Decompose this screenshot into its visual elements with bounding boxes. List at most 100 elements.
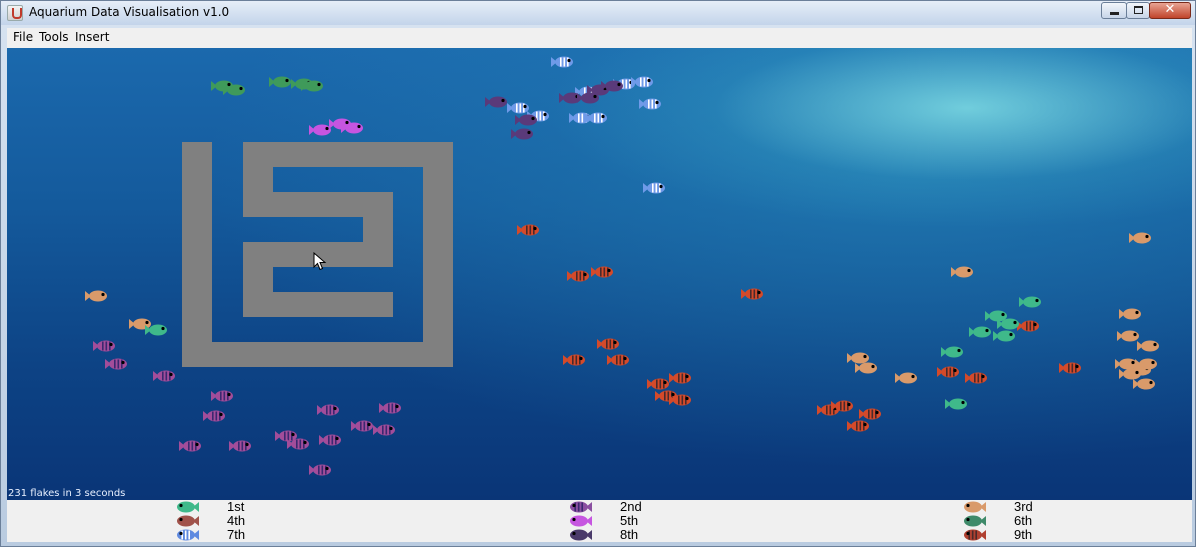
legend-rank-label: 9th: [1014, 527, 1033, 542]
green-fish-icon: [941, 346, 963, 358]
green-fish-icon: [945, 398, 967, 410]
legend-rank-label: 7th: [227, 527, 246, 542]
minimize-button[interactable]: [1101, 2, 1127, 19]
dark-green-fish-icon: [964, 515, 986, 527]
tan-fish-icon: [855, 362, 877, 374]
legend-entry-9th: 9th: [964, 527, 1084, 542]
blue-striped-fish-icon: [639, 98, 661, 110]
green-fish-icon: [985, 310, 1007, 322]
legend-entry-8th: 8th: [570, 527, 690, 542]
tan-fish-icon-shape: [964, 501, 986, 513]
red-striped-fish-icon: [965, 372, 987, 384]
red-striped-fish-icon: [607, 354, 629, 366]
dark-purple-fish-icon: [511, 128, 533, 140]
legend-rank-label: 8th: [620, 527, 639, 542]
legend-entry-6th: 6th: [964, 513, 1084, 528]
purple-striped-fish-icon: [351, 420, 373, 432]
close-button[interactable]: ✕: [1149, 2, 1191, 19]
menu-insert[interactable]: Insert: [75, 30, 109, 44]
blue-striped-fish-icon: [643, 182, 665, 194]
tan-fish-icon: [1129, 232, 1151, 244]
legend-entry-5th: 5th: [570, 513, 690, 528]
tan-fish-icon: [85, 290, 107, 302]
legend-entry-4th: 4th: [177, 513, 297, 528]
blue-striped-fish-icon: [551, 56, 573, 68]
legend-rank-label: 6th: [1014, 513, 1033, 528]
red-striped-fish-icon: [847, 420, 869, 432]
purple-striped-fish-icon: [570, 501, 592, 513]
legend-entry-2nd: 2nd: [570, 499, 690, 514]
brown-fish-icon-shape: [177, 515, 199, 527]
red-striped-fish-icon: [741, 288, 763, 300]
maximize-button[interactable]: [1126, 2, 1150, 19]
purple-striped-fish-icon: [319, 434, 341, 446]
red-striped-fish-icon: [859, 408, 881, 420]
tan-fish-icon: [847, 352, 869, 364]
magenta-fish-icon-shape: [570, 515, 592, 527]
tan-fish-icon: [1115, 358, 1137, 370]
purple-striped-fish-icon: [179, 440, 201, 452]
red-striped-fish-icon: [597, 338, 619, 350]
mouse-cursor-icon: [313, 252, 327, 271]
tan-fish-icon: [1137, 340, 1159, 352]
red-striped-fish-icon-shape: [964, 529, 986, 541]
minimize-icon: [1110, 12, 1119, 15]
tan-fish-icon: [1119, 308, 1141, 320]
green-fish-icon: [969, 326, 991, 338]
green-fish-icon-shape: [177, 501, 199, 513]
close-icon: ✕: [1164, 2, 1176, 17]
legend-rank-label: 1st: [227, 499, 245, 514]
legend-rank-label: 5th: [620, 513, 639, 528]
red-striped-fish-icon: [1059, 362, 1081, 374]
java-app-icon[interactable]: [7, 5, 23, 21]
dark-purple-fish-icon: [485, 96, 507, 108]
legend-rank-label: 3rd: [1014, 499, 1033, 514]
green-fish-icon: [993, 330, 1015, 342]
menu-file[interactable]: File: [13, 30, 33, 44]
purple-striped-fish-icon: [317, 404, 339, 416]
purple-striped-fish-icon: [229, 440, 251, 452]
dark-purple-fish-icon: [570, 529, 592, 541]
dark-purple-fish-icon-shape: [570, 529, 592, 541]
maximize-icon: [1134, 6, 1143, 14]
blue-striped-fish-icon: [507, 102, 529, 114]
blue-striped-fish-icon-shape: [177, 529, 199, 541]
forest-green-fish-icon: [269, 76, 291, 88]
app-window: Aquarium Data Visualisation v1.0 ✕ File …: [0, 0, 1196, 547]
red-striped-fish-icon: [647, 378, 669, 390]
dark-purple-fish-icon: [515, 114, 537, 126]
fish-legend: 1st 2nd 3rd 4th 5th 6th 7th 8th 9th: [7, 499, 1192, 542]
aquarium-canvas[interactable]: 231 flakes in 3 seconds: [7, 48, 1192, 500]
dark-green-fish-icon-shape: [964, 515, 986, 527]
purple-striped-fish-icon: [379, 402, 401, 414]
red-striped-fish-icon: [517, 224, 539, 236]
tan-fish-icon: [895, 372, 917, 384]
purple-striped-fish-icon: [93, 340, 115, 352]
legend-entry-1st: 1st: [177, 499, 297, 514]
legend-entry-7th: 7th: [177, 527, 297, 542]
purple-striped-fish-icon: [203, 410, 225, 422]
window-title: Aquarium Data Visualisation v1.0: [29, 5, 230, 19]
tan-fish-icon: [1133, 378, 1155, 390]
red-striped-fish-icon: [964, 529, 986, 541]
legend-entry-3rd: 3rd: [964, 499, 1084, 514]
red-striped-fish-icon: [669, 372, 691, 384]
purple-striped-fish-icon: [373, 424, 395, 436]
menu-tools[interactable]: Tools: [39, 30, 69, 44]
green-fish-icon: [1019, 296, 1041, 308]
legend-rank-label: 2nd: [620, 499, 642, 514]
menu-bar: File Tools Insert: [7, 28, 1192, 49]
tan-fish-icon: [964, 501, 986, 513]
blue-striped-fish-icon: [177, 529, 199, 541]
purple-striped-fish-icon: [105, 358, 127, 370]
title-bar[interactable]: Aquarium Data Visualisation v1.0 ✕: [1, 1, 1195, 25]
magenta-fish-icon: [570, 515, 592, 527]
purple-striped-fish-icon-shape: [570, 501, 592, 513]
red-striped-fish-icon: [591, 266, 613, 278]
green-fish-icon: [177, 501, 199, 513]
red-striped-fish-icon: [563, 354, 585, 366]
red-striped-fish-icon: [937, 366, 959, 378]
tan-fish-icon: [1117, 330, 1139, 342]
magenta-fish-icon: [309, 124, 331, 136]
purple-striped-fish-icon: [211, 390, 233, 402]
